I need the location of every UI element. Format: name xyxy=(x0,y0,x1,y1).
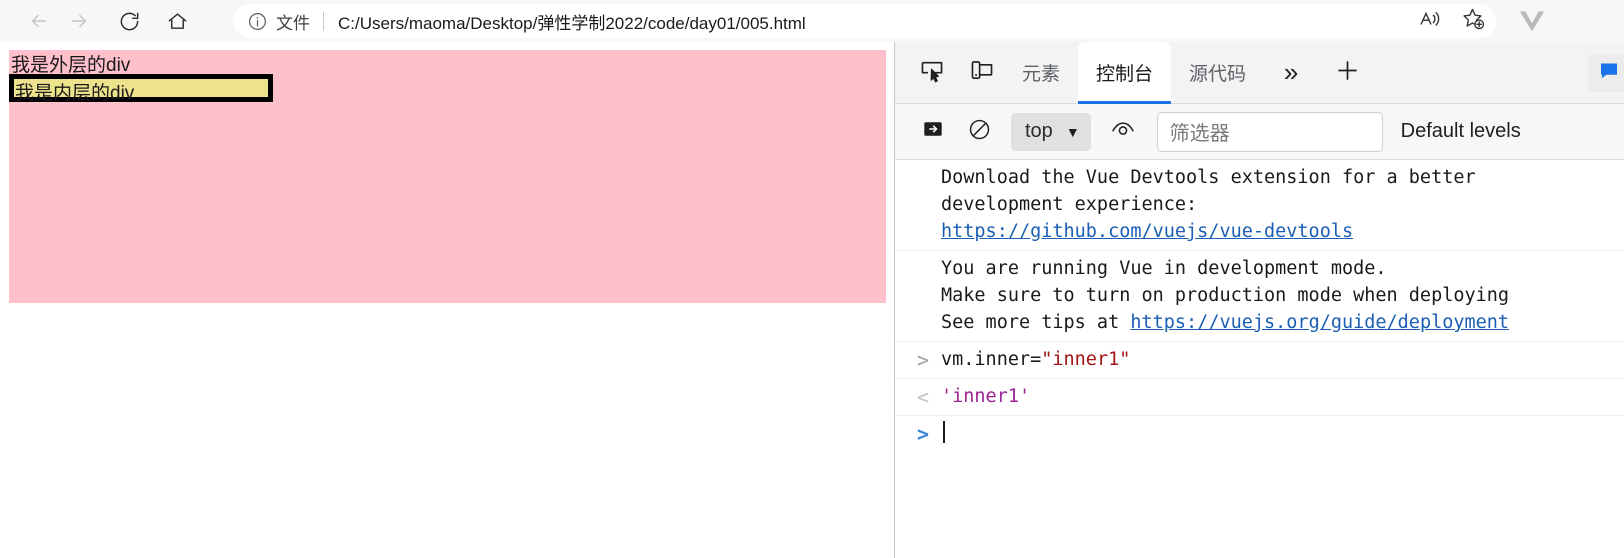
back-arrow-icon xyxy=(28,10,50,32)
home-icon xyxy=(166,10,189,33)
log-levels-select[interactable]: Default levels xyxy=(1401,120,1521,143)
forward-arrow-icon xyxy=(68,10,90,32)
console-filter-input[interactable]: 筛选器 xyxy=(1156,111,1383,152)
console-sidebar-icon xyxy=(921,117,945,146)
chevron-double-right-icon: » xyxy=(1283,57,1299,87)
address-separator xyxy=(323,11,324,31)
reload-icon xyxy=(118,10,141,33)
console-message-line: Download the Vue Devtools extension for … xyxy=(941,167,1476,188)
page-viewport: 我是外层的div 我是内层的div xyxy=(0,42,894,558)
console-prompt[interactable]: > xyxy=(895,416,1624,452)
text-cursor xyxy=(943,421,945,443)
tab-sources[interactable]: 源代码 xyxy=(1171,42,1264,104)
more-tabs-button[interactable]: » xyxy=(1268,51,1314,95)
console-message-line: See more tips at xyxy=(941,312,1131,333)
add-favorite-button[interactable] xyxy=(1456,6,1488,36)
console-output-entry[interactable]: < 'inner1' xyxy=(895,379,1624,416)
info-circle-icon[interactable] xyxy=(247,11,268,32)
tab-elements[interactable]: 元素 xyxy=(1004,42,1078,104)
live-expression-icon xyxy=(1110,116,1136,147)
console-input-expression: vm.inner= xyxy=(941,349,1042,370)
console-message-line: You are running Vue in development mode. xyxy=(941,258,1387,279)
address-scheme-label: 文件 xyxy=(276,13,310,33)
inspect-element-button[interactable] xyxy=(910,51,954,95)
console-filter-placeholder: 筛选器 xyxy=(1169,123,1230,145)
plus-icon xyxy=(1334,57,1361,89)
inspect-element-icon xyxy=(919,57,945,88)
back-button[interactable] xyxy=(22,4,56,38)
read-aloud-button[interactable] xyxy=(1414,6,1446,36)
live-expression-button[interactable] xyxy=(1103,112,1143,152)
vue-extension-icon xyxy=(1517,7,1547,36)
console-message-line: Make sure to turn on production mode whe… xyxy=(941,285,1510,306)
device-toolbar-button[interactable] xyxy=(960,51,1004,95)
browser-toolbar: 文件 C:/Users/maoma/Desktop/弹性学制2022/code/… xyxy=(0,0,1624,42)
tab-console[interactable]: 控制台 xyxy=(1078,42,1172,104)
vue-devtools-link[interactable]: https://github.com/vuejs/vue-devtools xyxy=(941,221,1353,242)
tab-sources-label: 源代码 xyxy=(1189,64,1247,85)
console-output-value: 'inner1' xyxy=(941,386,1031,407)
feedback-icon xyxy=(1597,59,1621,88)
console-message-list[interactable]: Download the Vue Devtools extension for … xyxy=(895,160,1624,558)
tab-console-label: 控制台 xyxy=(1096,64,1154,85)
console-input-entry[interactable]: > vm.inner="inner1" xyxy=(895,342,1624,379)
console-message[interactable]: Download the Vue Devtools extension for … xyxy=(895,160,1624,251)
reload-button[interactable] xyxy=(112,4,146,38)
console-input-string: "inner1" xyxy=(1041,349,1131,370)
outer-div: 我是外层的div 我是内层的div xyxy=(9,50,886,303)
address-bar-actions xyxy=(1414,4,1488,38)
home-button[interactable] xyxy=(160,4,194,38)
execution-context-label: top xyxy=(1025,120,1053,142)
input-marker-icon: > xyxy=(917,348,930,372)
vue-extension-button[interactable] xyxy=(1512,4,1552,38)
clear-console-button[interactable] xyxy=(959,112,999,152)
inner-div: 我是内层的div xyxy=(9,74,273,104)
console-sidebar-button[interactable] xyxy=(913,112,953,152)
devtools-tabbar: 元素 控制台 源代码 » xyxy=(895,42,1624,104)
console-message-line: development experience: xyxy=(941,194,1198,215)
inner-div-label: 我是内层的div xyxy=(15,83,135,104)
address-bar[interactable]: 文件 C:/Users/maoma/Desktop/弹性学制2022/code/… xyxy=(233,4,1496,38)
browser-window: 文件 C:/Users/maoma/Desktop/弹性学制2022/code/… xyxy=(0,0,1624,558)
forward-button[interactable] xyxy=(62,4,96,38)
add-favorite-icon xyxy=(1460,6,1485,36)
tab-elements-label: 元素 xyxy=(1022,64,1061,85)
read-aloud-icon xyxy=(1418,7,1442,36)
vue-deployment-link[interactable]: https://vuejs.org/guide/deployment xyxy=(1130,312,1509,333)
device-toolbar-icon xyxy=(969,57,995,88)
console-message[interactable]: You are running Vue in development mode.… xyxy=(895,251,1624,342)
chevron-down-icon: ▼ xyxy=(1065,123,1080,140)
feedback-button[interactable] xyxy=(1588,54,1624,92)
console-toolbar: top ▼ 筛选器 Default levels xyxy=(895,104,1624,160)
address-url-text[interactable]: C:/Users/maoma/Desktop/弹性学制2022/code/day… xyxy=(338,9,806,34)
output-marker-icon: < xyxy=(917,385,930,409)
clear-console-icon xyxy=(967,117,992,147)
execution-context-select[interactable]: top ▼ xyxy=(1011,112,1091,151)
devtools-panel: 元素 控制台 源代码 » top ▼ 筛选器 Default levels Do… xyxy=(895,42,1624,558)
add-panel-button[interactable] xyxy=(1324,51,1370,95)
prompt-marker-icon: > xyxy=(917,422,930,446)
